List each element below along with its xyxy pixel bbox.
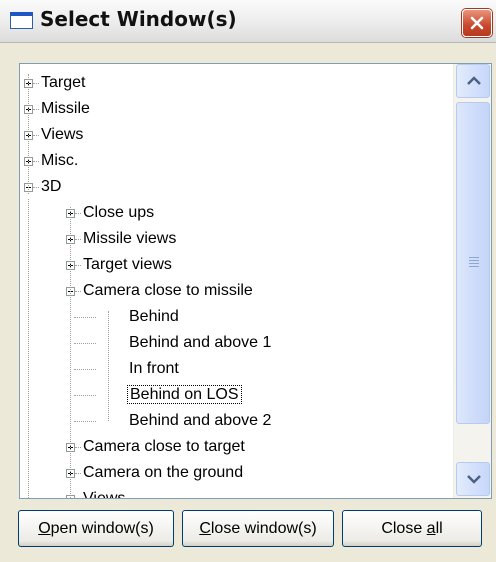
tree-item[interactable]: Camera close to target <box>81 434 247 460</box>
mnemonic: C <box>199 520 211 537</box>
tree-item-label: Behind <box>129 308 179 325</box>
window-tree[interactable]: Target Missile Views Misc. 3D Close ups Missil… <box>19 63 492 499</box>
tree-item[interactable]: Behind and above 2 <box>127 408 273 434</box>
tree-item-label: Camera close to missile <box>83 282 253 299</box>
level1-guide <box>70 207 71 498</box>
tree-item[interactable]: Missile <box>39 96 92 122</box>
tree-item-label: Camera close to target <box>83 438 245 455</box>
close-button[interactable] <box>462 9 492 37</box>
tree-item[interactable]: Target views <box>81 252 174 278</box>
button-label: pen window(s) <box>50 520 154 537</box>
close-windows-button[interactable]: Close window(s) <box>182 510 334 547</box>
window-icon <box>10 12 33 29</box>
tree-item-label: Missile views <box>83 230 177 247</box>
tree-connector <box>74 395 96 396</box>
tree-item-label: Views <box>41 126 84 143</box>
root-guide <box>28 199 29 498</box>
tree-item-label: Behind and above 1 <box>129 334 272 351</box>
tree-item[interactable]: 3D <box>39 174 63 200</box>
window-title: Select Window(s) <box>40 7 237 31</box>
scroll-down-arrow-icon <box>467 475 481 484</box>
tree-content: Target Missile Views Misc. 3D Close ups Missil… <box>20 64 453 498</box>
level2-guide <box>108 311 109 421</box>
tree-item[interactable]: Views <box>81 486 127 498</box>
button-label: lose window(s) <box>210 520 317 537</box>
tree-item-label: Missile <box>41 100 90 117</box>
tree-item[interactable]: Missile views <box>81 226 178 252</box>
tree-item[interactable]: Behind and above 1 <box>127 330 273 356</box>
scroll-up-button[interactable] <box>456 64 490 98</box>
title-bar[interactable]: Select Window(s) <box>0 0 496 43</box>
tree-item[interactable]: Camera on the ground <box>81 460 245 486</box>
open-windows-button[interactable]: Open window(s) <box>18 510 174 547</box>
tree-item-label: Behind and above 2 <box>129 412 272 429</box>
tree-item-label: Target <box>41 74 86 91</box>
tree-connector <box>74 421 96 422</box>
tree-item-label: Views <box>81 490 127 498</box>
tree-item[interactable]: Close ups <box>81 200 156 226</box>
tree-item-label: 3D <box>41 178 62 195</box>
close-all-button[interactable]: Close all <box>342 510 482 547</box>
tree-connector <box>74 369 96 370</box>
tree-item[interactable]: Views <box>39 122 85 148</box>
tree-item[interactable]: Behind <box>127 304 181 330</box>
tree-connector <box>74 343 96 344</box>
tree-item-label: Misc. <box>41 152 79 169</box>
button-label: ll <box>435 520 443 537</box>
thumb-grip <box>469 260 479 261</box>
mnemonic: O <box>38 520 51 537</box>
tree-item[interactable]: Behind on LOS <box>127 382 242 408</box>
scroll-down-button[interactable] <box>456 462 490 496</box>
tree-item[interactable]: Misc. <box>39 148 80 174</box>
mnemonic: a <box>426 520 436 537</box>
scrollbar-thumb[interactable] <box>456 102 490 424</box>
thumb-grip <box>469 263 479 264</box>
tree-item-label: Camera on the ground <box>83 464 244 481</box>
root-guide <box>28 74 29 194</box>
tree-item-label: Behind on LOS <box>127 385 242 404</box>
tree-item-label: Close ups <box>83 204 155 221</box>
tree-item-label: In front <box>129 360 179 377</box>
button-label: Close <box>381 520 427 537</box>
tree-item[interactable]: In front <box>127 356 181 382</box>
tree-item[interactable]: Camera close to missile <box>81 278 255 304</box>
thumb-grip <box>469 257 479 258</box>
tree-item-label: Target views <box>83 256 172 273</box>
tree-connector <box>74 317 96 318</box>
tree-item[interactable]: Target <box>39 70 87 96</box>
scroll-up-arrow-icon <box>467 76 481 85</box>
close-icon <box>470 16 484 30</box>
thumb-grip <box>469 266 479 267</box>
vertical-scrollbar[interactable] <box>453 64 491 498</box>
